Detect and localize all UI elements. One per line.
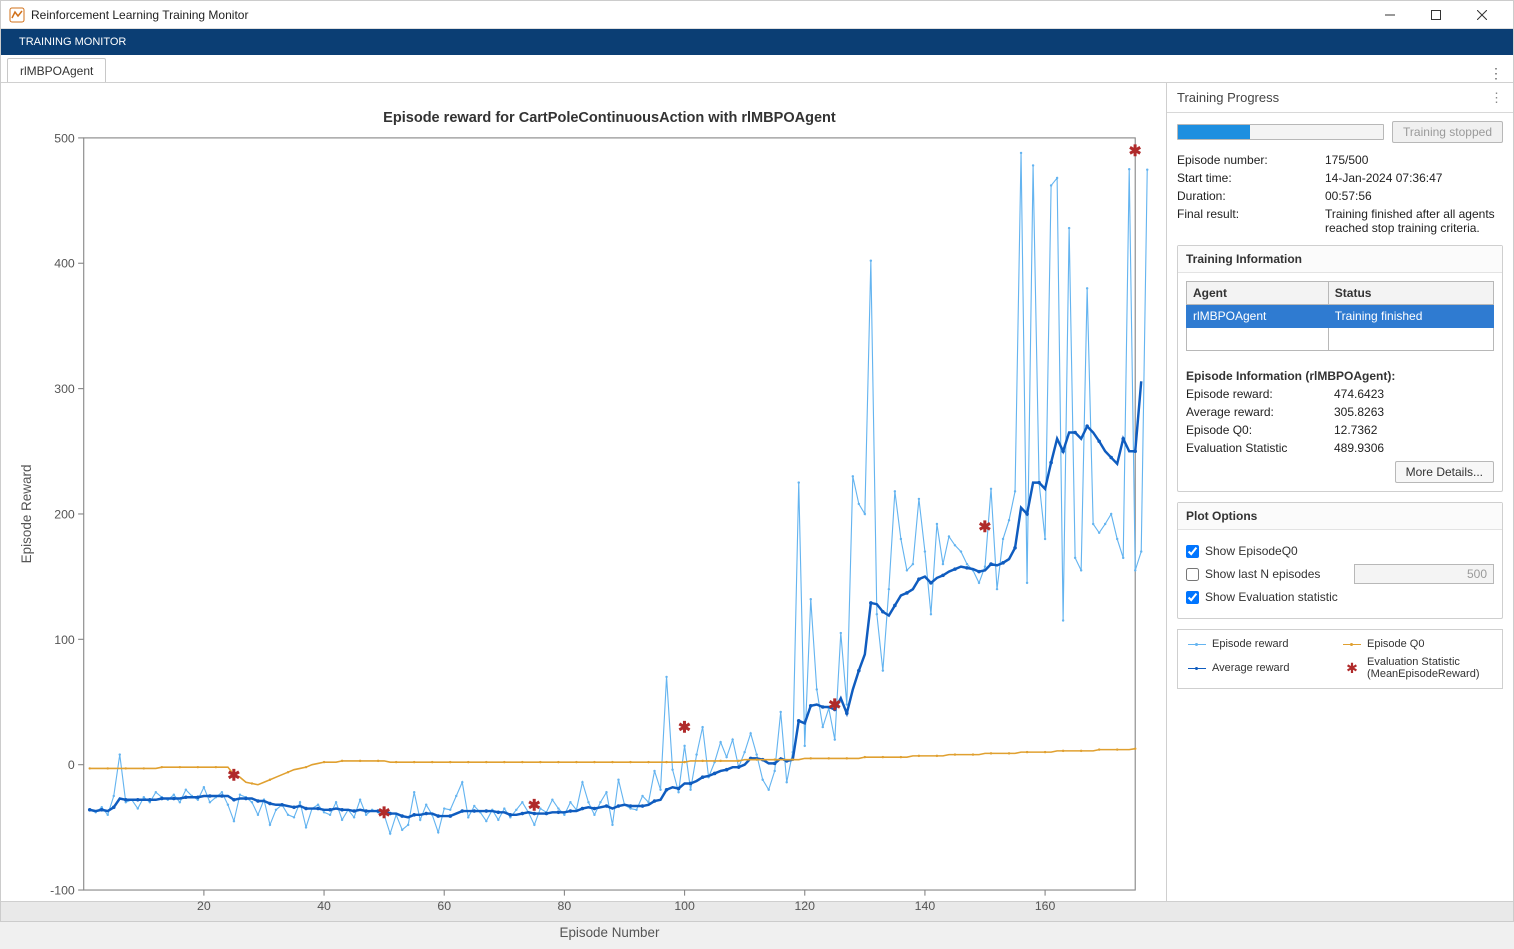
toolstrip: TRAINING MONITOR — [1, 29, 1513, 55]
legend-average-reward-icon — [1188, 668, 1206, 669]
app-icon — [9, 7, 25, 23]
legend-eval-stat-icon: ✱ — [1343, 662, 1361, 674]
average-reward-value: 305.8263 — [1334, 405, 1494, 419]
show-last-n-checkbox[interactable] — [1186, 568, 1199, 581]
agent-col-header: Agent — [1187, 282, 1329, 305]
doc-tab-label: rlMBPOAgent — [20, 64, 93, 78]
agent-table: AgentStatus rlMBPOAgentTraining finished — [1186, 281, 1494, 351]
training-stopped-button[interactable]: Training stopped — [1392, 121, 1503, 143]
svg-text:✱: ✱ — [378, 805, 391, 822]
svg-text:60: 60 — [437, 899, 451, 913]
document-tabs: rlMBPOAgent ⋮ — [1, 55, 1513, 83]
duration-value: 00:57:56 — [1325, 189, 1503, 203]
show-eval-label: Show Evaluation statistic — [1205, 590, 1338, 604]
titlebar: Reinforcement Learning Training Monitor — [1, 1, 1513, 29]
svg-text:-100: -100 — [50, 883, 75, 897]
episode-q0-label: Episode Q0: — [1186, 423, 1334, 437]
side-panel: Training Progress ⋮ Training stopped Epi… — [1167, 83, 1513, 901]
svg-text:✱: ✱ — [227, 767, 240, 784]
episode-number-value: 175/500 — [1325, 153, 1503, 167]
legend-episode-q0-label: Episode Q0 — [1367, 638, 1492, 650]
episode-info-title: Episode Information (rlMBPOAgent): — [1186, 369, 1494, 383]
legend-episode-reward-label: Episode reward — [1212, 638, 1337, 650]
show-last-n-input[interactable] — [1354, 564, 1494, 584]
close-button[interactable] — [1459, 1, 1505, 29]
agent-status-cell: Training finished — [1328, 305, 1493, 328]
svg-text:Episode reward for CartPoleCon: Episode reward for CartPoleContinuousAct… — [383, 110, 836, 126]
more-details-button[interactable]: More Details... — [1395, 461, 1494, 483]
svg-text:100: 100 — [674, 899, 695, 913]
show-last-n-label: Show last N episodes — [1205, 567, 1320, 581]
legend-episode-q0-icon — [1343, 644, 1361, 645]
svg-text:80: 80 — [558, 899, 572, 913]
average-reward-label: Average reward: — [1186, 405, 1334, 419]
svg-text:120: 120 — [794, 899, 815, 913]
svg-text:0: 0 — [68, 758, 75, 772]
window-title: Reinforcement Learning Training Monitor — [31, 8, 1367, 22]
svg-text:160: 160 — [1035, 899, 1056, 913]
plot-options-title: Plot Options — [1178, 503, 1502, 530]
svg-text:300: 300 — [54, 382, 75, 396]
svg-text:✱: ✱ — [978, 519, 991, 536]
episode-number-label: Episode number: — [1177, 153, 1325, 167]
status-col-header: Status — [1328, 282, 1493, 305]
episode-reward-value: 474.6423 — [1334, 387, 1494, 401]
final-result-value: Training finished after all agents reach… — [1325, 207, 1503, 235]
episode-q0-value: 12.7362 — [1334, 423, 1494, 437]
svg-text:Episode Number: Episode Number — [560, 925, 660, 940]
svg-text:100: 100 — [54, 633, 75, 647]
show-q0-label: Show EpisodeQ0 — [1205, 544, 1298, 558]
legend: Episode reward Episode Q0 Average reward… — [1177, 629, 1503, 689]
svg-text:400: 400 — [54, 257, 75, 271]
svg-text:140: 140 — [915, 899, 936, 913]
maximize-button[interactable] — [1413, 1, 1459, 29]
training-info-title: Training Information — [1178, 246, 1502, 273]
start-time-value: 14-Jan-2024 07:36:47 — [1325, 171, 1503, 185]
svg-text:20: 20 — [197, 899, 211, 913]
legend-eval-stat-label: Evaluation Statistic (MeanEpisodeReward) — [1367, 656, 1492, 680]
agent-name-cell: rlMBPOAgent — [1187, 305, 1329, 328]
start-time-label: Start time: — [1177, 171, 1325, 185]
eval-stat-value: 489.9306 — [1334, 441, 1494, 455]
svg-text:✱: ✱ — [678, 720, 691, 737]
svg-text:Episode Reward: Episode Reward — [19, 465, 34, 564]
toolstrip-tab-training-monitor[interactable]: TRAINING MONITOR — [11, 32, 134, 52]
plot-options-panel: Plot Options Show EpisodeQ0 Show last N … — [1177, 502, 1503, 619]
svg-text:✱: ✱ — [828, 697, 841, 714]
duration-label: Duration: — [1177, 189, 1325, 203]
svg-text:500: 500 — [54, 131, 75, 145]
legend-episode-reward-icon — [1188, 644, 1206, 645]
legend-average-reward-label: Average reward — [1212, 662, 1337, 674]
side-panel-menu-icon[interactable]: ⋮ — [1490, 90, 1503, 106]
final-result-label: Final result: — [1177, 207, 1325, 235]
svg-text:200: 200 — [54, 507, 75, 521]
show-q0-checkbox[interactable] — [1186, 545, 1199, 558]
svg-text:40: 40 — [317, 899, 331, 913]
show-eval-checkbox[interactable] — [1186, 591, 1199, 604]
episode-reward-label: Episode reward: — [1186, 387, 1334, 401]
training-info-panel: Training Information AgentStatus rlMBPOA… — [1177, 245, 1503, 492]
doc-tabs-menu-icon[interactable]: ⋮ — [1489, 65, 1513, 82]
agent-row[interactable]: rlMBPOAgentTraining finished — [1187, 305, 1494, 328]
minimize-button[interactable] — [1367, 1, 1413, 29]
eval-stat-label: Evaluation Statistic — [1186, 441, 1334, 455]
training-progress-bar — [1177, 124, 1384, 140]
svg-text:✱: ✱ — [1129, 143, 1142, 160]
chart-pane: Episode reward for CartPoleContinuousAct… — [1, 83, 1167, 901]
side-panel-title: Training Progress — [1177, 90, 1279, 105]
svg-text:✱: ✱ — [528, 797, 541, 814]
doc-tab-agent[interactable]: rlMBPOAgent — [7, 58, 106, 82]
training-chart: Episode reward for CartPoleContinuousAct… — [11, 93, 1152, 946]
